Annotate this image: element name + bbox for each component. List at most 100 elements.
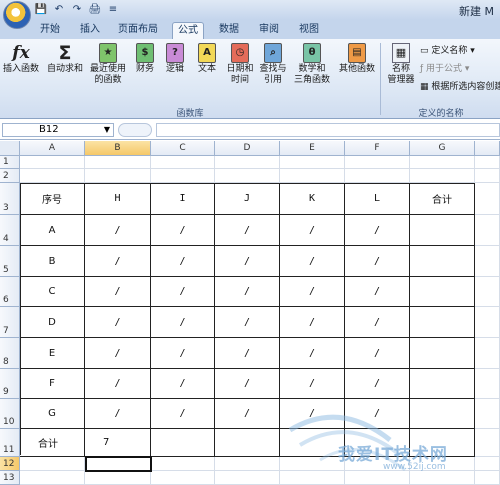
table-cell[interactable]: / — [345, 399, 410, 429]
table-cell[interactable]: 合计 — [20, 429, 85, 457]
table-cell[interactable]: / — [345, 338, 410, 369]
table-cell[interactable] — [410, 307, 475, 338]
table-cell[interactable]: / — [280, 215, 345, 246]
table-header-cell[interactable]: 序号 — [20, 183, 85, 215]
recent-functions-button[interactable]: ★ 最近使用 的函数 — [88, 43, 128, 86]
row-header[interactable]: 12 — [0, 457, 20, 471]
column-header-f[interactable]: F — [345, 141, 410, 156]
row-header[interactable]: 1 — [0, 156, 20, 169]
table-cell[interactable]: / — [215, 338, 280, 369]
table-header-cell[interactable]: K — [280, 183, 345, 215]
more-functions-button[interactable]: ▤ 其他函数 — [336, 43, 378, 75]
table-cell[interactable]: / — [151, 369, 215, 399]
text-button[interactable]: A 文本 — [194, 43, 220, 75]
grid-cell[interactable] — [475, 183, 500, 215]
grid-cell[interactable] — [475, 246, 500, 277]
column-header-d[interactable]: D — [215, 141, 280, 156]
formula-input[interactable] — [156, 123, 500, 137]
tab-home[interactable]: 开始 — [36, 22, 64, 39]
office-button[interactable] — [3, 1, 31, 29]
tab-review[interactable]: 审阅 — [254, 22, 284, 39]
grid-cell[interactable] — [85, 169, 151, 183]
grid-cell[interactable] — [151, 169, 215, 183]
table-cell[interactable]: / — [345, 246, 410, 277]
grid-cell[interactable] — [410, 471, 475, 485]
table-cell[interactable]: / — [215, 215, 280, 246]
grid-cell[interactable] — [410, 169, 475, 183]
table-cell[interactable]: E — [20, 338, 85, 369]
table-cell[interactable]: A — [20, 215, 85, 246]
row-header[interactable]: 6 — [0, 277, 20, 307]
customize-qat-icon[interactable]: ≡ — [106, 3, 120, 16]
redo-icon[interactable]: ↷ — [70, 3, 84, 16]
grid-cell[interactable] — [475, 429, 500, 457]
table-cell[interactable]: / — [151, 399, 215, 429]
grid-cell[interactable] — [20, 156, 85, 169]
table-cell[interactable]: / — [215, 307, 280, 338]
grid-cell[interactable] — [475, 156, 500, 169]
row-header[interactable]: 2 — [0, 169, 20, 183]
grid-cell[interactable] — [280, 156, 345, 169]
row-header[interactable]: 4 — [0, 215, 20, 246]
grid-cell[interactable] — [151, 156, 215, 169]
table-cell[interactable]: / — [215, 246, 280, 277]
table-cell[interactable]: / — [151, 338, 215, 369]
table-header-cell[interactable]: H — [85, 183, 151, 215]
row-header[interactable]: 11 — [0, 429, 20, 457]
table-cell[interactable]: / — [280, 277, 345, 307]
table-cell[interactable] — [410, 277, 475, 307]
table-cell[interactable]: 7 — [85, 429, 151, 457]
table-header-cell[interactable]: 合计 — [410, 183, 475, 215]
grid-cell[interactable] — [410, 156, 475, 169]
financial-button[interactable]: $ 财务 — [132, 43, 158, 75]
undo-icon[interactable]: ↶ — [52, 3, 66, 16]
table-cell[interactable] — [215, 429, 280, 457]
use-in-formula-button[interactable]: ƒ 用于公式 ▾ — [420, 61, 469, 74]
grid-cell[interactable] — [475, 338, 500, 369]
row-header[interactable]: 5 — [0, 246, 20, 277]
grid-cell[interactable] — [475, 277, 500, 307]
math-button[interactable]: θ 数学和 三角函数 — [290, 43, 334, 86]
table-cell[interactable]: / — [345, 369, 410, 399]
define-name-button[interactable]: ▭ 定义名称 ▾ — [420, 43, 475, 56]
column-header-b[interactable]: B — [85, 141, 151, 156]
logical-button[interactable]: ? 逻辑 — [162, 43, 188, 75]
table-cell[interactable]: / — [85, 246, 151, 277]
row-header[interactable]: 10 — [0, 399, 20, 429]
grid-cell[interactable] — [85, 471, 151, 485]
name-manager-button[interactable]: ▦ 名称 管理器 — [384, 43, 418, 86]
column-header-c[interactable]: C — [151, 141, 215, 156]
grid-cell[interactable] — [280, 169, 345, 183]
grid-cell[interactable] — [215, 156, 280, 169]
grid-cell[interactable] — [151, 471, 215, 485]
grid-cell[interactable] — [475, 307, 500, 338]
table-cell[interactable]: B — [20, 246, 85, 277]
row-header[interactable]: 3 — [0, 183, 20, 215]
table-cell[interactable]: / — [280, 369, 345, 399]
table-cell[interactable] — [410, 369, 475, 399]
table-cell[interactable]: / — [85, 369, 151, 399]
table-cell[interactable]: / — [151, 215, 215, 246]
grid-cell[interactable] — [151, 457, 215, 471]
table-cell[interactable]: / — [151, 307, 215, 338]
grid-cell[interactable] — [215, 457, 280, 471]
grid-cell[interactable] — [20, 471, 85, 485]
grid-cell[interactable] — [475, 457, 500, 471]
table-header-cell[interactable]: I — [151, 183, 215, 215]
grid-cell[interactable] — [85, 156, 151, 169]
tab-view[interactable]: 视图 — [294, 22, 324, 39]
row-header[interactable]: 8 — [0, 338, 20, 369]
table-cell[interactable] — [410, 399, 475, 429]
lookup-button[interactable]: ⌕ 查找与 引用 — [256, 43, 290, 86]
table-cell[interactable]: / — [151, 277, 215, 307]
grid-cell[interactable] — [475, 215, 500, 246]
column-header-a[interactable]: A — [20, 141, 85, 156]
datetime-button[interactable]: ◷ 日期和 时间 — [224, 43, 256, 86]
grid-cell[interactable] — [20, 169, 85, 183]
grid-cell[interactable] — [475, 471, 500, 485]
grid-cell[interactable] — [20, 457, 85, 471]
table-cell[interactable] — [151, 429, 215, 457]
grid-cell[interactable] — [215, 471, 280, 485]
create-from-selection-button[interactable]: ▦ 根据所选内容创建 — [420, 79, 500, 92]
grid-cell[interactable] — [345, 169, 410, 183]
